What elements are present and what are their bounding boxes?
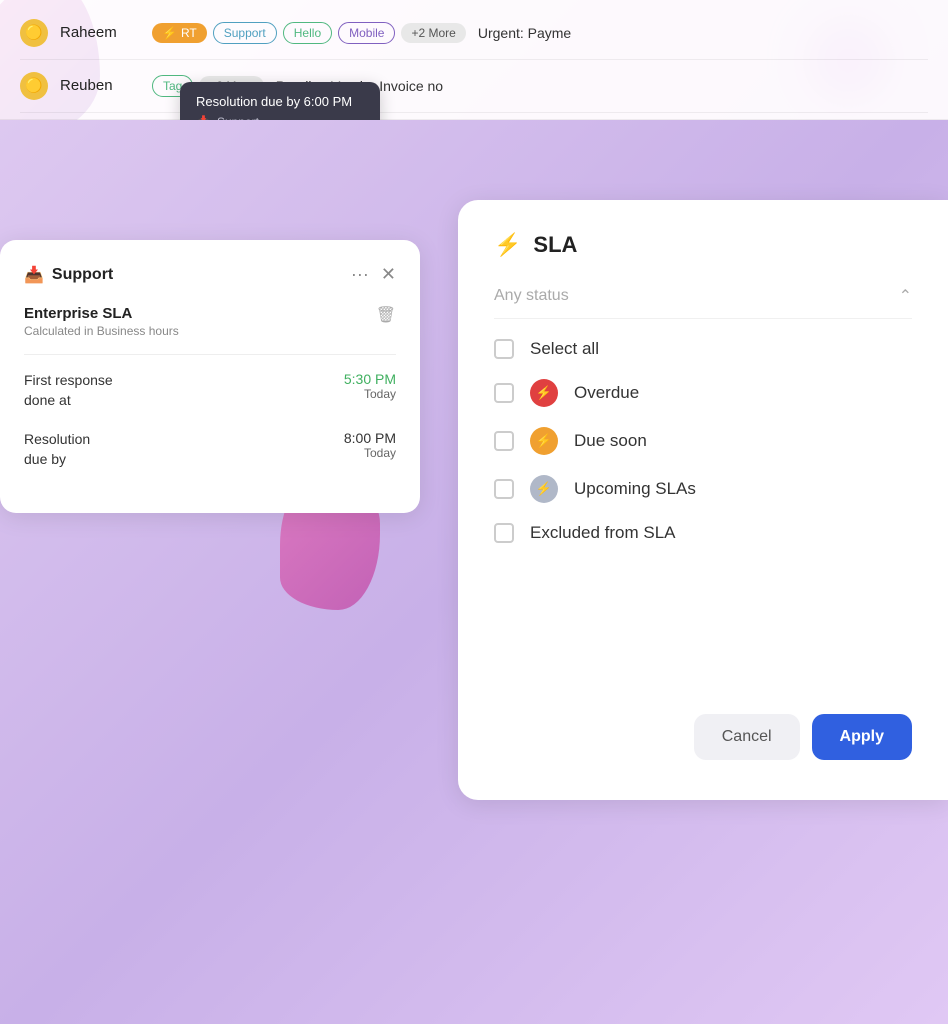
panel-actions: ··· ✕ bbox=[351, 264, 396, 285]
row-name-reuben: Reuben bbox=[60, 77, 140, 94]
row-subject-raheem: Urgent: Payme bbox=[478, 25, 571, 41]
filter-options: Select all ⚡ Overdue ⚡ Due soon bbox=[494, 339, 912, 543]
row-name-raheem: Raheem bbox=[60, 24, 140, 41]
option-label-upcoming: Upcoming SLAs bbox=[574, 479, 696, 499]
sla-sub: Calculated in Business hours bbox=[24, 324, 179, 338]
sla-bolt-icon: ⚡ bbox=[494, 232, 521, 258]
filter-header: ⚡ SLA bbox=[494, 232, 912, 258]
tag-hello[interactable]: Hello bbox=[283, 22, 332, 44]
option-label-select-all: Select all bbox=[530, 339, 599, 359]
tooltip-title: Resolution due by 6:00 PM bbox=[196, 94, 364, 109]
sla-name: Enterprise SLA bbox=[24, 305, 179, 322]
tags-raheem: ⚡ RT Support Hello Mobile +2 More bbox=[152, 22, 466, 44]
bolt-icon: ⚡ bbox=[162, 26, 177, 40]
cancel-button[interactable]: Cancel bbox=[694, 714, 800, 760]
sla-detail-panel: 📥 Support ··· ✕ Enterprise SLA Calculate… bbox=[0, 240, 420, 513]
overdue-icon: ⚡ bbox=[530, 379, 558, 407]
checkbox-overdue[interactable] bbox=[494, 383, 514, 403]
due-soon-icon: ⚡ bbox=[530, 427, 558, 455]
checkbox-select-all[interactable] bbox=[494, 339, 514, 359]
sla-value-first: 5:30 PM Today bbox=[344, 371, 396, 401]
option-label-excluded: Excluded from SLA bbox=[530, 523, 676, 543]
tag-more-raheem[interactable]: +2 More bbox=[401, 23, 465, 43]
sla-row-first-response: First responsedone at 5:30 PM Today bbox=[24, 371, 396, 410]
filter-title: SLA bbox=[533, 232, 577, 258]
delete-icon[interactable]: 🗑 bbox=[376, 305, 396, 325]
filter-option-due-soon[interactable]: ⚡ Due soon bbox=[494, 427, 912, 455]
panel-title: 📥 Support bbox=[24, 265, 113, 285]
option-label-due-soon: Due soon bbox=[574, 431, 647, 451]
tag-mobile[interactable]: Mobile bbox=[338, 22, 395, 44]
status-label: Any status bbox=[494, 287, 569, 305]
tag-support-raheem[interactable]: Support bbox=[213, 22, 277, 44]
close-button[interactable]: ✕ bbox=[381, 264, 396, 285]
filter-option-upcoming[interactable]: ⚡ Upcoming SLAs bbox=[494, 475, 912, 503]
checkbox-upcoming[interactable] bbox=[494, 479, 514, 499]
sla-time-first: 5:30 PM bbox=[344, 371, 396, 387]
sla-value-resolution: 8:00 PM Today bbox=[344, 430, 396, 460]
table-row: 🟡 Raheem ⚡ RT Support Hello Mobile +2 Mo… bbox=[20, 7, 928, 60]
checkbox-due-soon[interactable] bbox=[494, 431, 514, 451]
upcoming-icon: ⚡ bbox=[530, 475, 558, 503]
sla-row-resolution: Resolutiondue by 8:00 PM Today bbox=[24, 430, 396, 469]
more-options-button[interactable]: ··· bbox=[351, 264, 369, 285]
table-row: 🟡 Reuben Tag +2 More Pending Vendor Invo… bbox=[20, 60, 928, 113]
sla-filter-panel: ⚡ SLA Any status ⌃ Select all ⚡ Overdue bbox=[458, 200, 948, 800]
sla-label-first: First responsedone at bbox=[24, 371, 113, 410]
sla-label-resolution: Resolutiondue by bbox=[24, 430, 90, 469]
apply-button[interactable]: Apply bbox=[812, 714, 912, 760]
sla-date-resolution: Today bbox=[344, 446, 396, 460]
chevron-up-icon: ⌃ bbox=[899, 286, 912, 306]
purple-section: 📥 Support ··· ✕ Enterprise SLA Calculate… bbox=[0, 120, 948, 1024]
tag-rt[interactable]: ⚡ RT bbox=[152, 23, 207, 43]
avatar-raheem: 🟡 bbox=[20, 19, 48, 47]
filter-option-select-all[interactable]: Select all bbox=[494, 339, 912, 359]
option-label-overdue: Overdue bbox=[574, 383, 639, 403]
inbox-panel-icon: 📥 bbox=[24, 265, 44, 285]
filter-option-excluded[interactable]: Excluded from SLA bbox=[494, 523, 912, 543]
sla-date-first: Today bbox=[344, 387, 396, 401]
avatar-reuben: 🟡 bbox=[20, 72, 48, 100]
filter-option-overdue[interactable]: ⚡ Overdue bbox=[494, 379, 912, 407]
status-selector[interactable]: Any status ⌃ bbox=[494, 274, 912, 319]
table-header-section: 🟡 Raheem ⚡ RT Support Hello Mobile +2 Mo… bbox=[0, 0, 948, 120]
filter-footer: Cancel Apply bbox=[694, 714, 912, 760]
checkbox-excluded[interactable] bbox=[494, 523, 514, 543]
sla-time-resolution: 8:00 PM bbox=[344, 430, 396, 446]
divider bbox=[24, 354, 396, 355]
panel-header: 📥 Support ··· ✕ bbox=[24, 264, 396, 285]
